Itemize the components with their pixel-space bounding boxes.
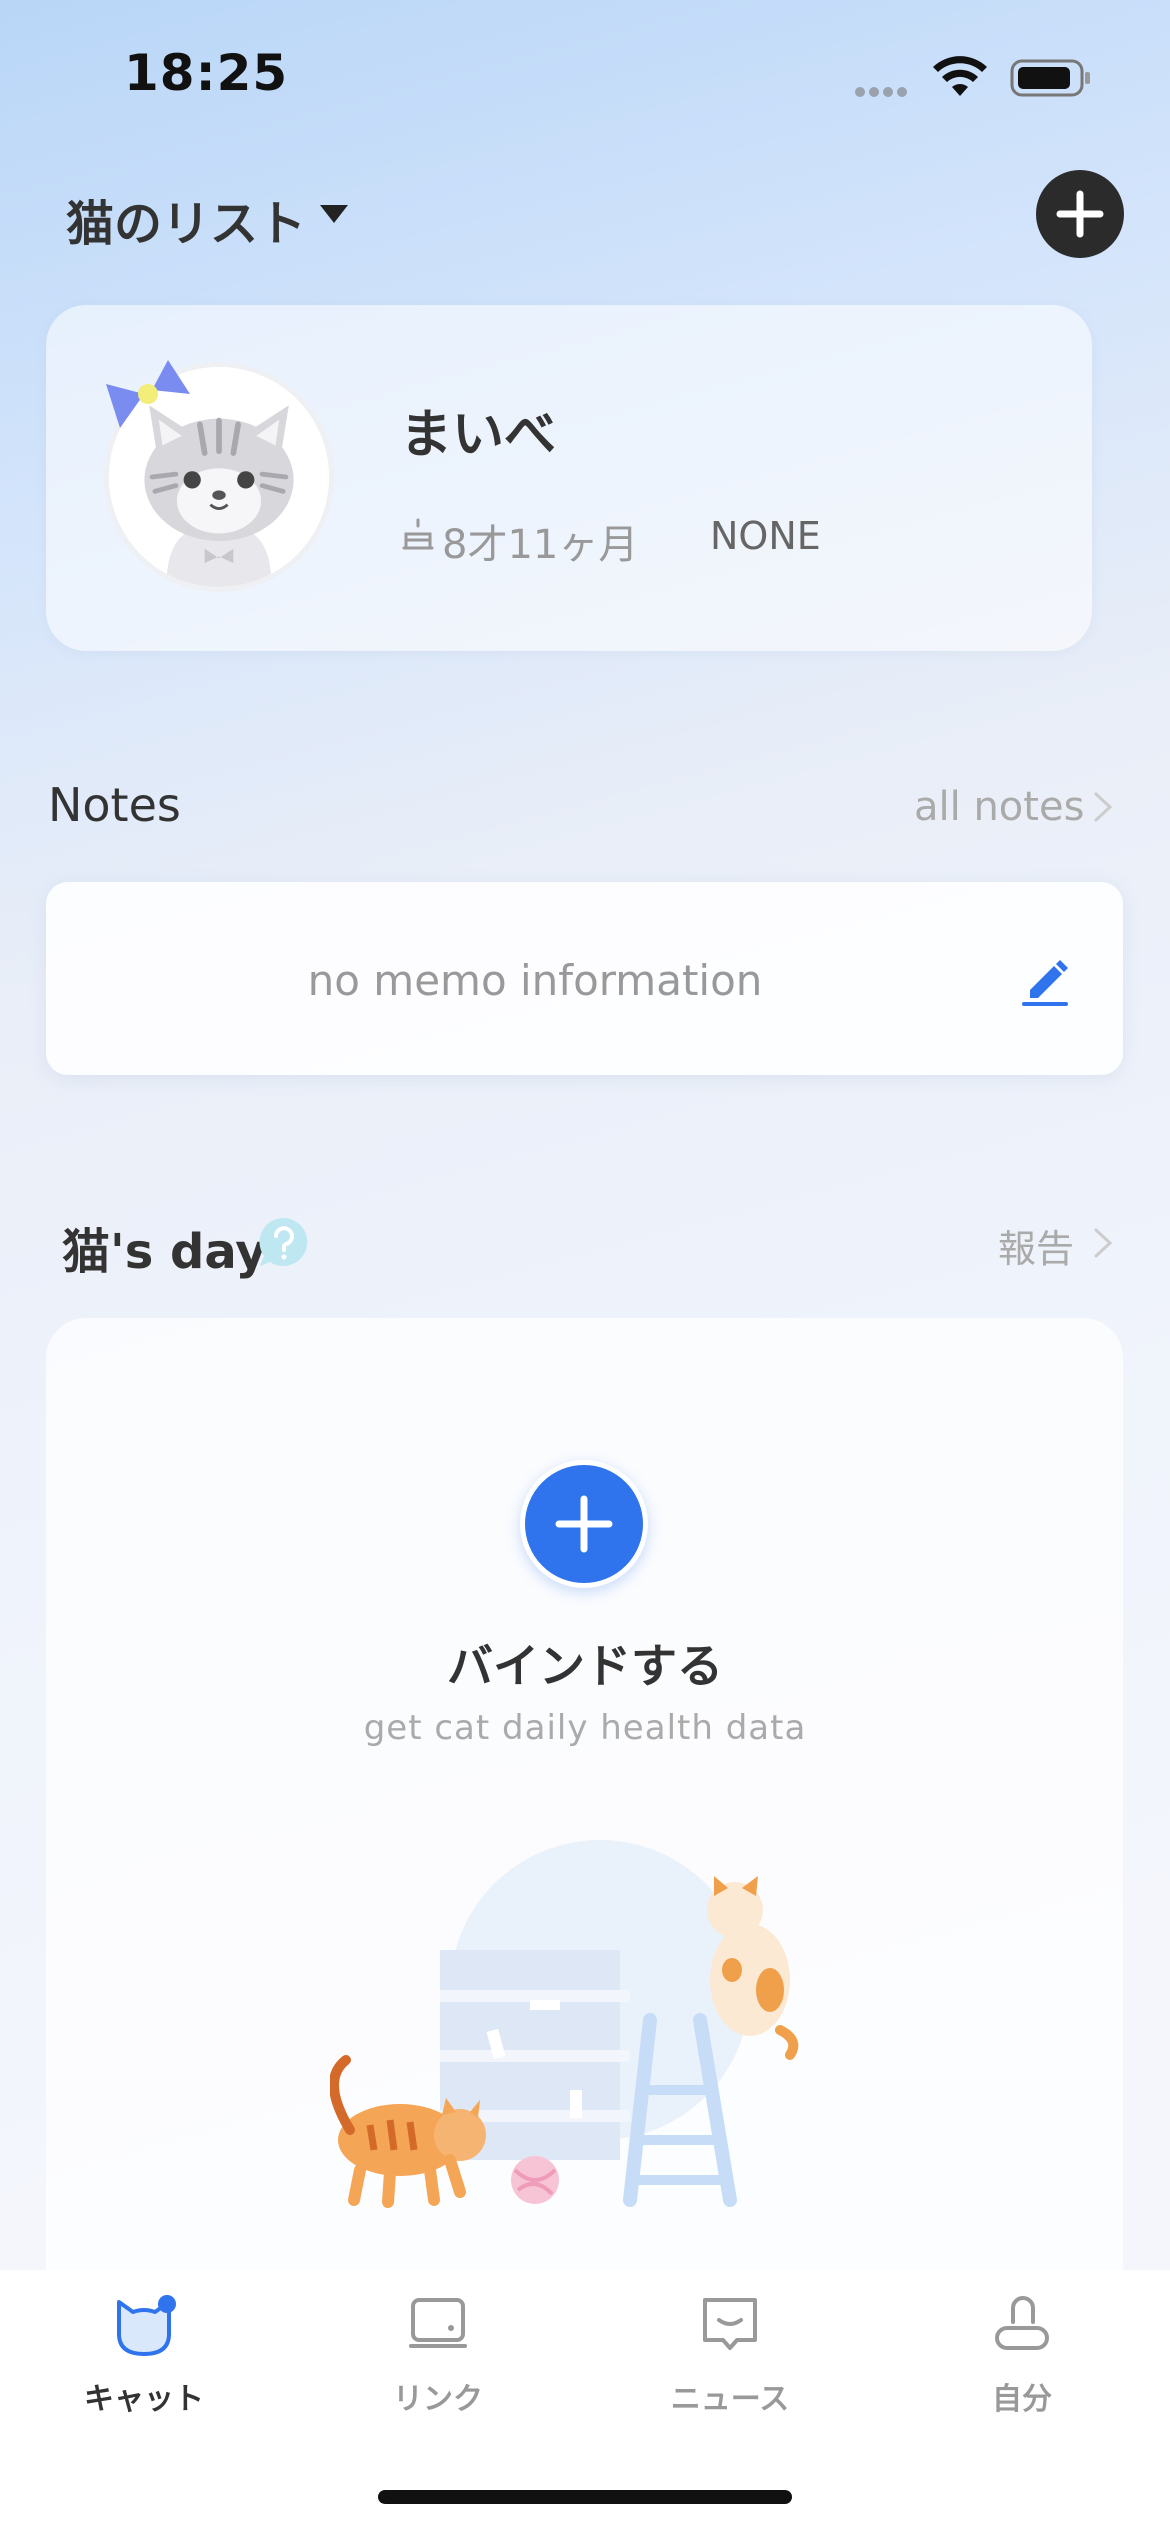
cat-breed: NONE: [710, 514, 821, 558]
notes-section-title: Notes: [48, 778, 181, 832]
tab-label: リンク: [393, 2382, 483, 2417]
birthday-cake-icon: [402, 518, 434, 550]
cellular-signal-icon: [855, 82, 915, 97]
pencil-edit-icon[interactable]: [1018, 952, 1074, 1008]
status-time: 18:25: [124, 44, 289, 102]
chevron-right-icon[interactable]: [1092, 1226, 1114, 1260]
cat-list-title[interactable]: 猫のリスト: [66, 184, 306, 254]
empty-memo-text: no memo information: [307, 956, 763, 1005]
tab-label: キャット: [84, 2382, 204, 2417]
bind-device-button[interactable]: [520, 1460, 648, 1588]
plus-icon: [555, 1495, 613, 1553]
tab-label: ニュース: [670, 2382, 790, 2417]
add-cat-button[interactable]: [1036, 170, 1124, 258]
tab-news[interactable]: ニュース: [630, 2290, 830, 2440]
cat-icon: [117, 2295, 176, 2356]
chevron-right-icon[interactable]: [1092, 790, 1114, 824]
tab-me[interactable]: 自分: [922, 2290, 1122, 2440]
bind-subtitle: get cat daily health data: [363, 1708, 807, 1748]
bow-decoration-icon: [106, 360, 190, 428]
dropdown-caret-icon[interactable]: [318, 203, 350, 225]
cat-age: 8才11ヶ月: [442, 522, 639, 568]
tab-cat[interactable]: キャット: [44, 2290, 244, 2440]
person-icon: [995, 2296, 1049, 2350]
bind-title[interactable]: バインドする: [0, 1630, 1170, 1696]
help-question-icon[interactable]: [256, 1214, 312, 1270]
message-icon: [703, 2298, 757, 2350]
wifi-icon: [933, 56, 987, 96]
cats-day-title: 猫's day: [62, 1224, 267, 1280]
device-icon: [409, 2298, 467, 2348]
cats-playing-illustration: [330, 1840, 799, 2208]
all-notes-link[interactable]: all notes: [914, 784, 1084, 830]
battery-icon: [1010, 59, 1090, 97]
tab-link[interactable]: リンク: [338, 2290, 538, 2440]
tab-label: 自分: [992, 2382, 1052, 2417]
plus-icon: [1056, 190, 1104, 238]
cat-name: まいべ: [400, 405, 557, 465]
home-indicator[interactable]: [378, 2490, 792, 2504]
report-link[interactable]: 報告: [998, 1218, 1074, 1273]
